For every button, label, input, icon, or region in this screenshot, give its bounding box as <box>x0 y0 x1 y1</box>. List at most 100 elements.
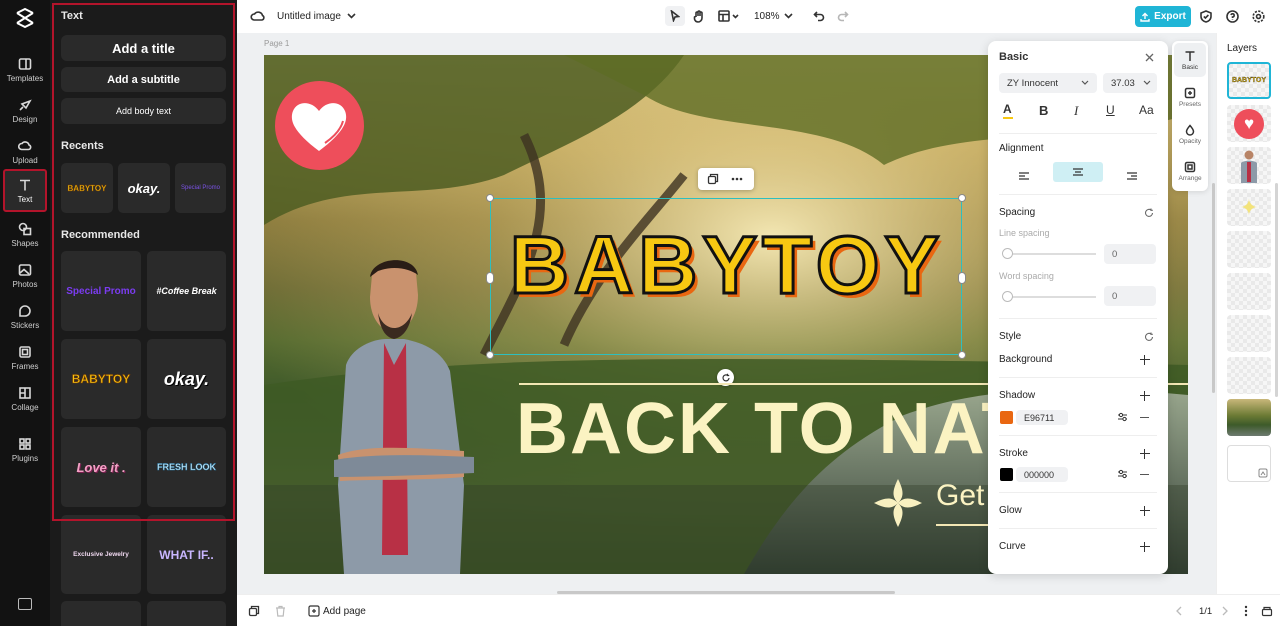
rail-collage[interactable]: Collage <box>0 379 50 419</box>
recommended-item[interactable]: okay. <box>147 339 226 419</box>
word-spacing-input[interactable]: 0 <box>1104 286 1156 306</box>
recommended-item[interactable]: FRESH LOOK <box>147 427 226 507</box>
tagline-text[interactable]: Get <box>936 479 984 513</box>
adjust-icon[interactable] <box>1117 412 1128 422</box>
shield-icon[interactable] <box>1198 8 1214 24</box>
flower-icon[interactable] <box>870 475 926 531</box>
shadow-color-swatch[interactable] <box>1000 411 1013 424</box>
resize-handle[interactable] <box>958 351 966 359</box>
zoom-chevron-icon[interactable] <box>783 12 793 20</box>
delete-page-icon[interactable] <box>275 605 286 617</box>
line-spacing-input[interactable]: 0 <box>1104 244 1156 264</box>
add-curve-icon[interactable] <box>1140 542 1150 552</box>
recent-item[interactable]: okay. <box>118 163 170 213</box>
rail-frames[interactable]: Frames <box>0 338 50 378</box>
layout-menu-icon[interactable] <box>716 6 742 26</box>
add-background-icon[interactable] <box>1140 355 1150 365</box>
recommended-item[interactable]: Love it . <box>61 427 141 507</box>
align-right-icon[interactable] <box>1118 166 1148 186</box>
resize-handle[interactable] <box>486 194 494 202</box>
recommended-item[interactable]: Special Promo <box>61 251 141 331</box>
text-color-icon[interactable]: A <box>1003 102 1013 119</box>
rail-photos[interactable]: Photos <box>0 256 50 296</box>
recommended-item[interactable]: BABYTOY <box>61 339 141 419</box>
recent-item[interactable]: BABYTOY <box>61 163 113 213</box>
layers-scrollbar[interactable] <box>1275 183 1278 397</box>
export-button[interactable]: Export <box>1135 6 1191 27</box>
line-spacing-slider-thumb[interactable] <box>1002 248 1013 259</box>
resize-handle[interactable] <box>958 194 966 202</box>
rail-design[interactable]: Design <box>0 91 50 131</box>
heart-badge[interactable] <box>275 81 364 170</box>
line-spacing-slider[interactable] <box>1003 253 1096 255</box>
remove-stroke-icon[interactable] <box>1140 474 1149 476</box>
rail-templates[interactable]: Templates <box>0 50 50 90</box>
undo-icon[interactable] <box>811 8 827 24</box>
vertical-scrollbar[interactable] <box>1212 183 1215 393</box>
document-title[interactable]: Untitled image <box>277 11 341 22</box>
layer-item[interactable] <box>1227 445 1271 482</box>
layer-item[interactable] <box>1227 231 1271 268</box>
tab-opacity[interactable]: Opacity <box>1174 117 1206 151</box>
recommended-item[interactable]: Exclusive Jewelry <box>61 515 141 594</box>
recommended-item[interactable]: WHAT IF.. <box>147 515 226 594</box>
reset-icon[interactable] <box>1144 332 1154 342</box>
italic-icon[interactable]: I <box>1074 103 1078 119</box>
reset-icon[interactable] <box>1144 208 1154 218</box>
resize-handle[interactable] <box>958 272 966 284</box>
tab-basic[interactable]: Basic <box>1174 43 1206 77</box>
resize-handle[interactable] <box>486 351 494 359</box>
rail-upload[interactable]: Upload <box>0 132 50 172</box>
adjust-icon[interactable] <box>1117 469 1128 479</box>
rail-shapes[interactable]: Shapes <box>0 215 50 255</box>
zoom-level[interactable]: 108% <box>754 11 780 22</box>
add-title-button[interactable]: Add a title <box>61 35 226 61</box>
layer-menu-icon[interactable] <box>1258 468 1268 478</box>
select-tool-icon[interactable] <box>665 6 685 26</box>
add-glow-icon[interactable] <box>1140 506 1150 516</box>
next-page-icon[interactable] <box>1221 606 1229 616</box>
hand-tool-icon[interactable] <box>689 6 709 26</box>
recent-item[interactable]: Special Promo <box>175 163 226 213</box>
word-spacing-slider[interactable] <box>1003 296 1096 298</box>
add-stroke-icon[interactable] <box>1140 449 1150 459</box>
person-photo[interactable] <box>334 255 504 574</box>
rail-plugins[interactable]: Plugins <box>0 430 50 470</box>
align-center-icon[interactable] <box>1053 162 1103 182</box>
layer-item[interactable]: BABYTOY <box>1227 62 1271 99</box>
bold-icon[interactable]: B <box>1039 103 1048 118</box>
more-icon[interactable] <box>731 177 743 181</box>
add-body-button[interactable]: Add body text <box>61 98 226 124</box>
font-size-select[interactable]: 37.03 <box>1103 73 1157 93</box>
underline-icon[interactable]: U <box>1106 103 1115 117</box>
more-vertical-icon[interactable] <box>1244 605 1248 617</box>
redo-icon[interactable] <box>835 8 851 24</box>
layer-item[interactable] <box>1227 357 1271 394</box>
add-page-button[interactable]: Add page <box>323 606 366 617</box>
duplicate-page-icon[interactable] <box>248 605 260 617</box>
help-icon[interactable] <box>1224 8 1240 24</box>
align-left-icon[interactable] <box>1009 166 1039 186</box>
headline-text[interactable]: BABYTOY <box>496 223 958 308</box>
shadow-color-input[interactable]: E96711 <box>1016 410 1068 425</box>
layer-item[interactable]: ✦ <box>1227 189 1271 226</box>
add-subtitle-button[interactable]: Add a subtitle <box>61 67 226 92</box>
tab-presets[interactable]: Presets <box>1174 80 1206 114</box>
resize-handle[interactable] <box>486 272 494 284</box>
close-icon[interactable] <box>1145 53 1154 62</box>
remove-shadow-icon[interactable] <box>1140 417 1149 419</box>
recommended-item[interactable] <box>147 601 226 626</box>
rail-stickers[interactable]: Stickers <box>0 297 50 337</box>
keyboard-icon[interactable] <box>18 598 32 610</box>
layer-item[interactable] <box>1227 315 1271 352</box>
previous-page-icon[interactable] <box>1175 606 1183 616</box>
layer-item[interactable] <box>1227 273 1271 310</box>
recommended-item[interactable] <box>61 601 141 626</box>
layer-item[interactable]: ♥ <box>1227 105 1271 142</box>
stroke-color-input[interactable]: 000000 <box>1016 467 1068 482</box>
layer-item[interactable] <box>1227 147 1271 184</box>
add-shadow-icon[interactable] <box>1140 391 1150 401</box>
add-page-icon[interactable] <box>308 605 320 617</box>
font-family-select[interactable]: ZY Innocent <box>999 73 1097 93</box>
settings-icon[interactable] <box>1250 8 1266 24</box>
